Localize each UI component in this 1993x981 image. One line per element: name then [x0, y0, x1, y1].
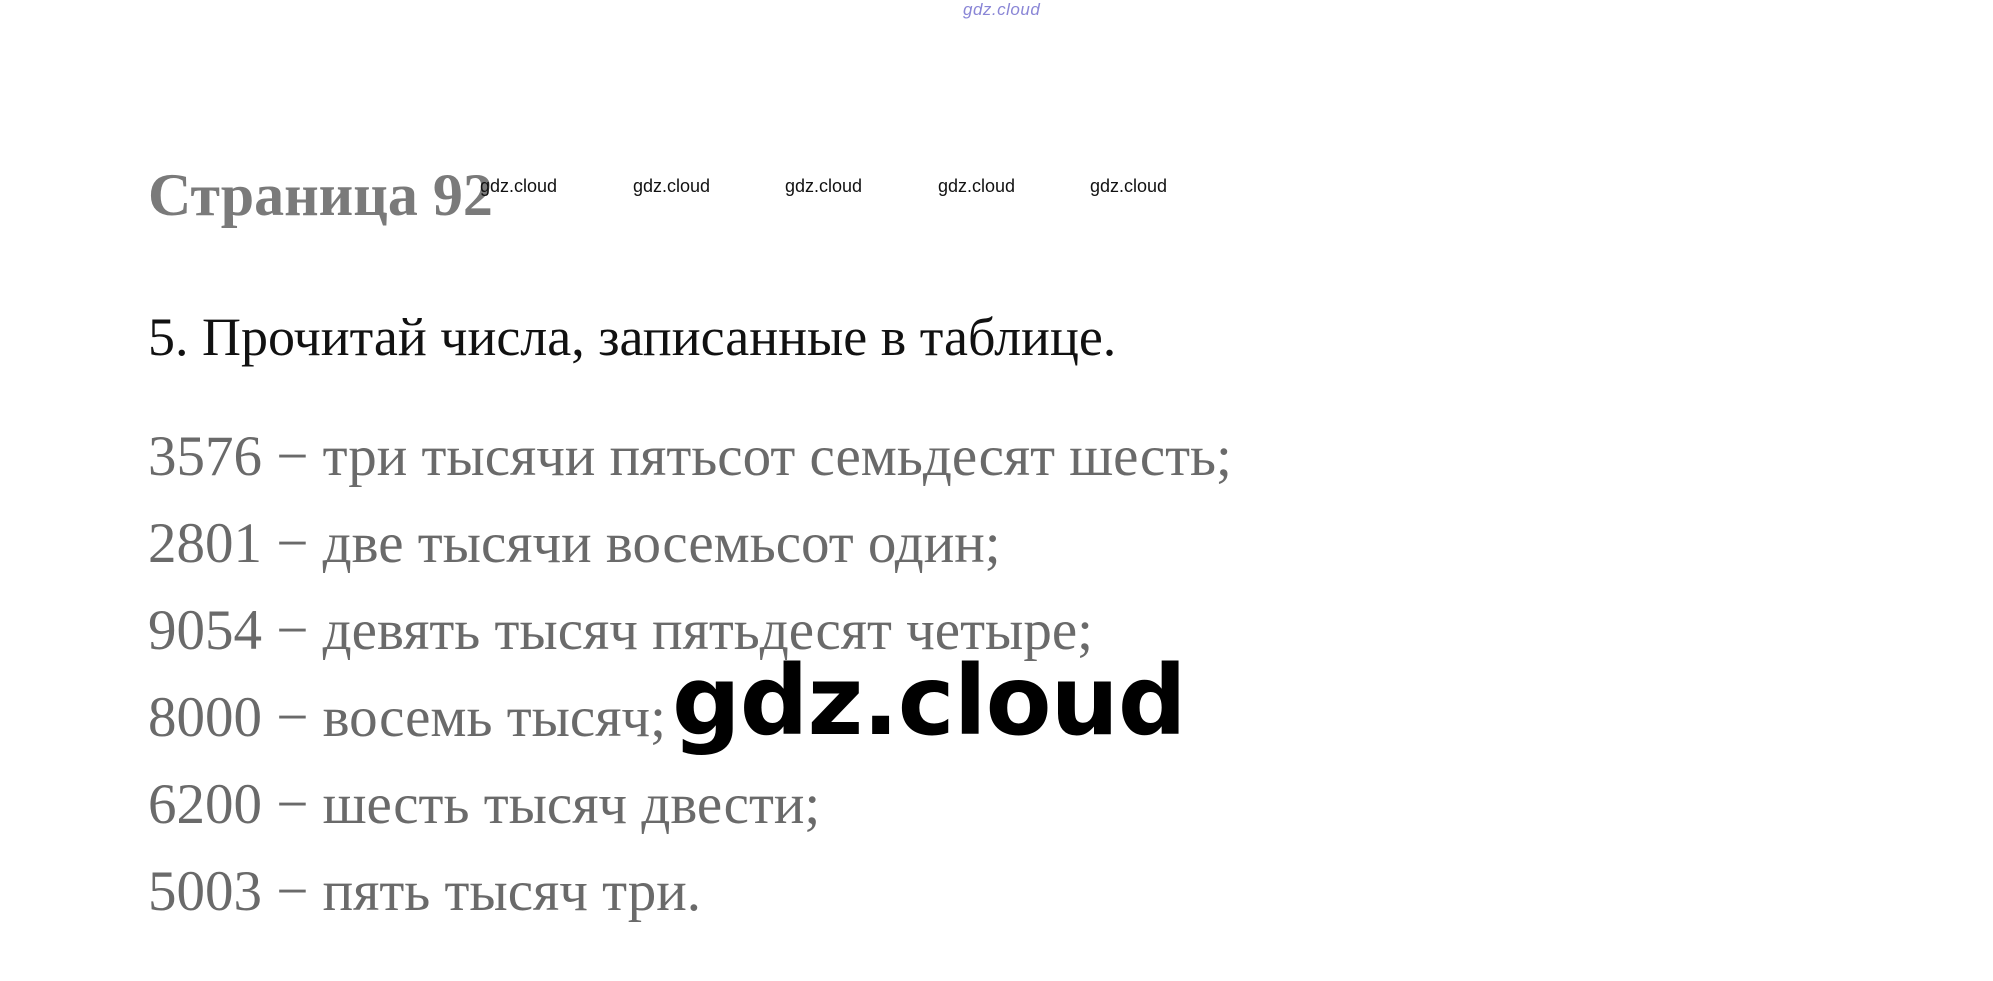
center-watermark: gdz.cloud	[672, 645, 1187, 757]
row-watermark-1: gdz.cloud	[480, 176, 558, 196]
row-watermark-5: gdz.cloud	[1090, 176, 1168, 196]
answer-line-2801: 2801 − две тысячи восемьсот один;	[148, 512, 1001, 575]
answer-line-3576: 3576 − три тысячи пятьсот семьдесят шест…	[148, 425, 1232, 488]
row-watermark-2: gdz.cloud	[633, 176, 711, 196]
task-heading: 5. Прочитай числа, записанные в таблице.	[148, 307, 1117, 367]
page-title: Страница 92	[148, 162, 493, 228]
answer-line-5003: 5003 − пять тысяч три.	[148, 860, 702, 923]
row-watermark-3: gdz.cloud	[785, 176, 863, 196]
answer-line-6200: 6200 − шесть тысяч двести;	[148, 773, 821, 836]
top-watermark: gdz.cloud	[963, 0, 1041, 19]
row-watermark-4: gdz.cloud	[938, 176, 1016, 196]
